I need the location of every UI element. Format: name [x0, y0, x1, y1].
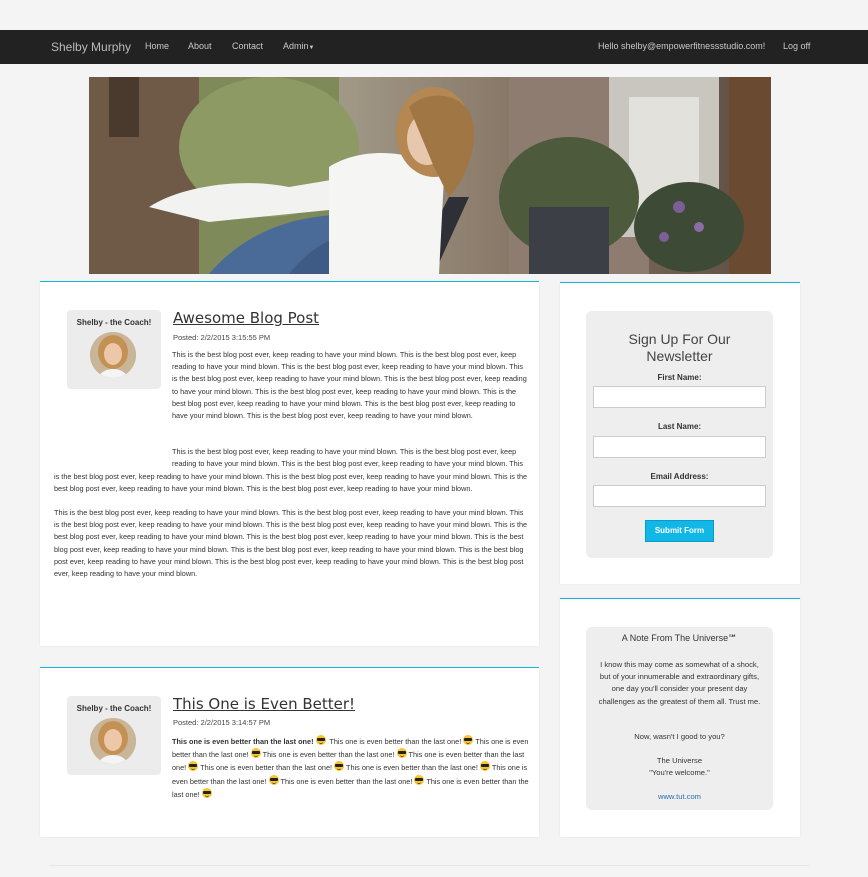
- post-paragraph: This is the best blog post ever, keep re…: [54, 508, 528, 579]
- post-title-link[interactable]: Awesome Blog Post: [173, 309, 319, 327]
- sunglasses-face-icon: [463, 735, 474, 745]
- sunglasses-face-icon: [315, 735, 326, 745]
- submit-button[interactable]: Submit Form: [645, 520, 714, 542]
- post-lead: This one is even better than the last on…: [172, 737, 314, 746]
- email-label: Email Address:: [650, 472, 709, 481]
- nav-admin-dropdown[interactable]: Admin▼: [283, 41, 314, 51]
- sunglasses-face-icon: [334, 761, 345, 772]
- first-name-label: First Name:: [657, 373, 702, 382]
- post-repeat-sentence: This one is even better than the last on…: [262, 750, 395, 760]
- author-name: Shelby - the Coach!: [76, 318, 152, 327]
- post-date: Posted: 2/2/2015 3:15:55 PM: [173, 333, 271, 342]
- post-title-link[interactable]: This One is Even Better!: [173, 695, 355, 713]
- caret-down-icon: ▼: [308, 45, 315, 51]
- nav-home[interactable]: Home: [145, 41, 169, 51]
- first-name-field[interactable]: [593, 386, 766, 408]
- note-title: A Note From The Universe℠: [621, 633, 738, 643]
- post-repeat-sentence: This one is even better than the last on…: [280, 776, 413, 786]
- brand-link[interactable]: Shelby Murphy: [51, 40, 131, 54]
- sunglasses-face-icon: [396, 748, 407, 759]
- universe-note-card: A Note From The Universe℠ I know this ma…: [560, 598, 800, 837]
- note-closing: "You're welcome.": [649, 768, 710, 777]
- greeting-link[interactable]: Hello shelby@empowerfitnessstudio.com!: [598, 41, 765, 51]
- tut-link[interactable]: www.tut.com: [586, 791, 773, 803]
- post-repeat-sentence: This one is even better than the last on…: [329, 737, 462, 746]
- last-name-field[interactable]: [593, 436, 766, 458]
- sunglasses-face-icon: [479, 761, 490, 772]
- post-date: Posted: 2/2/2015 3:14:57 PM: [173, 718, 271, 727]
- nav-admin-label: Admin: [283, 41, 309, 51]
- email-field[interactable]: [593, 485, 766, 507]
- sunglasses-face-icon: [268, 774, 279, 785]
- footer-divider: [49, 865, 809, 866]
- post-repeat-sentence: This one is even better than the last on…: [200, 763, 333, 773]
- post-body: This is the best blog post ever, keep re…: [54, 349, 529, 592]
- sunglasses-face-icon: [201, 787, 212, 798]
- note-question: Now, wasn't I good to you?: [634, 732, 725, 741]
- nav-contact[interactable]: Contact: [232, 41, 263, 51]
- navbar: Shelby Murphy Home About Contact Admin▼ …: [0, 30, 868, 64]
- note-signature: The Universe: [656, 756, 703, 765]
- sunglasses-face-icon: [414, 774, 425, 785]
- note-body: I know this may come as somewhat of a sh…: [598, 660, 761, 706]
- hero-image: [89, 77, 771, 274]
- author-name: Shelby - the Coach!: [76, 704, 152, 713]
- nav-about[interactable]: About: [188, 41, 212, 51]
- post-body: This one is even better than the last on…: [54, 735, 529, 845]
- universe-note-panel: A Note From The Universe℠ I know this ma…: [586, 627, 773, 810]
- blog-post-card: Shelby - the Coach! This One is Even Bet…: [40, 667, 539, 837]
- newsletter-title: Sign Up For Our Newsletter: [628, 331, 731, 364]
- post-repeat-text: This one is even better than the last on…: [172, 735, 529, 799]
- post-repeat-sentence: This one is even better than the last on…: [346, 763, 478, 773]
- sunglasses-face-icon: [250, 748, 261, 759]
- blog-post-card: Shelby - the Coach! Awesome Blog Post Po…: [40, 281, 539, 646]
- newsletter-panel: Sign Up For Our Newsletter First Name: L…: [586, 311, 773, 558]
- logoff-link[interactable]: Log off: [783, 41, 810, 51]
- sunglasses-face-icon: [188, 761, 199, 772]
- last-name-label: Last Name:: [657, 422, 702, 431]
- newsletter-card: Sign Up For Our Newsletter First Name: L…: [560, 282, 800, 584]
